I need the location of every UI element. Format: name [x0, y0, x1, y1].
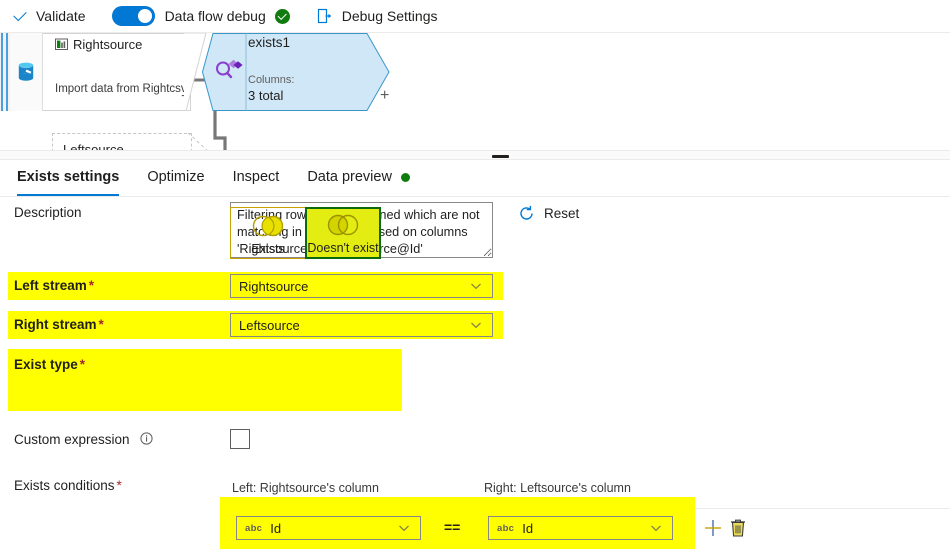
right-stream-label: Right stream * — [14, 317, 104, 332]
source-node-icon-column — [10, 33, 43, 111]
debug-settings-button[interactable]: Debug Settings — [316, 0, 438, 33]
left-stream-required-marker: * — [88, 278, 95, 293]
tab-data-preview[interactable]: Data preview — [307, 161, 410, 196]
dataset-mini-icon — [55, 38, 68, 51]
right-stream-label-text: Right stream — [14, 317, 97, 332]
add-condition-button[interactable] — [702, 517, 724, 539]
toggle-knob — [137, 9, 152, 23]
tab-inspect[interactable]: Inspect — [233, 161, 280, 196]
custom-expression-checkbox[interactable] — [230, 429, 250, 449]
exist-type-label: Exist type * — [14, 357, 85, 372]
right-stream-dropdown[interactable]: Leftsource — [230, 313, 493, 337]
dataflow-canvas[interactable]: Rightsource Import data from Rightcsv + … — [0, 33, 950, 157]
data-flow-debug-label: Data flow debug — [164, 8, 266, 24]
condition-right-column-dropdown[interactable]: abc Id — [488, 516, 673, 540]
left-stream-dropdown[interactable]: Rightsource — [230, 274, 493, 298]
canvas-node-exists1[interactable]: exists1 Columns: 3 total + — [202, 33, 390, 111]
source-node-subtitle: Import data from Rightcsv — [55, 83, 187, 95]
left-column-header: Left: Rightsource's column — [232, 481, 379, 495]
chevron-down-icon — [471, 283, 481, 290]
condition-right-column-value: Id — [522, 520, 534, 536]
rail-bar-1 — [1, 33, 3, 111]
conditions-separator — [695, 508, 950, 509]
exist-type-label-text: Exist type — [14, 357, 78, 372]
data-flow-debug-toggle[interactable] — [111, 6, 155, 26]
exists-conditions-label: Exists conditions * — [14, 478, 122, 493]
reset-label: Reset — [544, 205, 580, 221]
splitter-handle[interactable] — [492, 155, 509, 158]
validate-label: Validate — [36, 8, 86, 24]
data-preview-status-dot — [400, 172, 410, 182]
rail-bar-2 — [6, 33, 8, 111]
delete-condition-button[interactable] — [727, 517, 749, 539]
exist-type-required-marker: * — [79, 357, 86, 372]
exist-type-option-doesnt-exist[interactable]: Doesn't exist — [305, 207, 381, 259]
settings-tab-bar: Exists settings Optimize Inspect Data pr… — [0, 161, 950, 197]
exist-type-option-group: Exists Doesn't exist — [230, 207, 381, 259]
exists-node-columns-value: 3 total — [248, 88, 284, 103]
top-toolbar: Validate Data flow debug Debug Settings — [0, 0, 950, 33]
reset-button[interactable]: Reset — [518, 202, 579, 224]
debug-settings-label: Debug Settings — [341, 8, 438, 24]
right-stream-value: Leftsource — [239, 317, 300, 333]
tab-exists-settings-label: Exists settings — [17, 169, 120, 185]
exists-node-columns-label: Columns: — [248, 74, 295, 86]
condition-left-column-dropdown[interactable]: abc Id — [236, 516, 421, 540]
dataflow-exists-settings-screen: Validate Data flow debug Debug Settings — [0, 0, 950, 549]
right-stream-required-marker: * — [98, 317, 104, 332]
exists-node-title: exists1 — [248, 35, 291, 50]
tab-inspect-label: Inspect — [232, 169, 280, 185]
left-stream-label: Left stream * — [14, 278, 94, 293]
condition-operator: == — [444, 519, 461, 535]
left-stream-label-text: Left stream — [14, 278, 87, 293]
exists-conditions-label-text: Exists conditions — [14, 478, 115, 493]
chevron-down-icon — [651, 525, 661, 532]
chevron-down-icon — [471, 322, 481, 329]
description-label: Description — [14, 205, 82, 220]
trash-icon — [731, 519, 745, 537]
canvas-scroll-rail[interactable] — [0, 33, 10, 111]
condition-left-column-value: Id — [270, 520, 282, 536]
source-dataset-icon — [18, 62, 34, 81]
right-column-type-tag: abc — [497, 522, 515, 534]
data-flow-debug-group: Data flow debug — [111, 6, 290, 26]
exist-type-option-exists-label: Exists — [251, 242, 285, 256]
left-stream-value: Rightsource — [239, 278, 309, 294]
panel-splitter[interactable] — [0, 150, 950, 160]
exists-conditions-required-marker: * — [116, 478, 122, 493]
exist-type-option-exists[interactable]: Exists — [230, 207, 306, 259]
info-icon[interactable] — [140, 432, 153, 445]
custom-expression-label-text: Custom expression — [14, 432, 130, 447]
venn-exists-icon — [252, 215, 284, 237]
tab-optimize-label: Optimize — [147, 169, 205, 185]
debug-export-icon — [316, 7, 334, 25]
exists-node-add-button[interactable]: + — [380, 87, 389, 105]
exist-type-option-doesnt-exist-label: Doesn't exist — [307, 241, 379, 255]
source-node-title: Rightsource — [73, 37, 143, 52]
plus-icon — [705, 520, 721, 536]
custom-expression-label: Custom expression — [14, 432, 153, 447]
exists-transform-icon — [216, 59, 243, 79]
exists-settings-panel: Description Filtering rows from undefine… — [0, 197, 950, 549]
validate-button[interactable]: Validate — [12, 0, 86, 33]
source-node-title-row: Rightsource — [55, 37, 142, 52]
tab-data-preview-label: Data preview — [307, 169, 392, 185]
success-circle-icon — [274, 8, 290, 24]
chevron-down-icon — [399, 525, 409, 532]
venn-doesnt-exist-icon — [327, 214, 359, 236]
check-icon — [12, 8, 29, 25]
tab-optimize[interactable]: Optimize — [147, 161, 204, 196]
refresh-icon — [518, 205, 535, 222]
left-column-type-tag: abc — [245, 522, 263, 534]
right-column-header: Right: Leftsource's column — [484, 481, 631, 495]
tab-exists-settings[interactable]: Exists settings — [17, 161, 120, 196]
canvas-node-rightsource[interactable]: Rightsource Import data from Rightcsv + — [43, 33, 191, 111]
